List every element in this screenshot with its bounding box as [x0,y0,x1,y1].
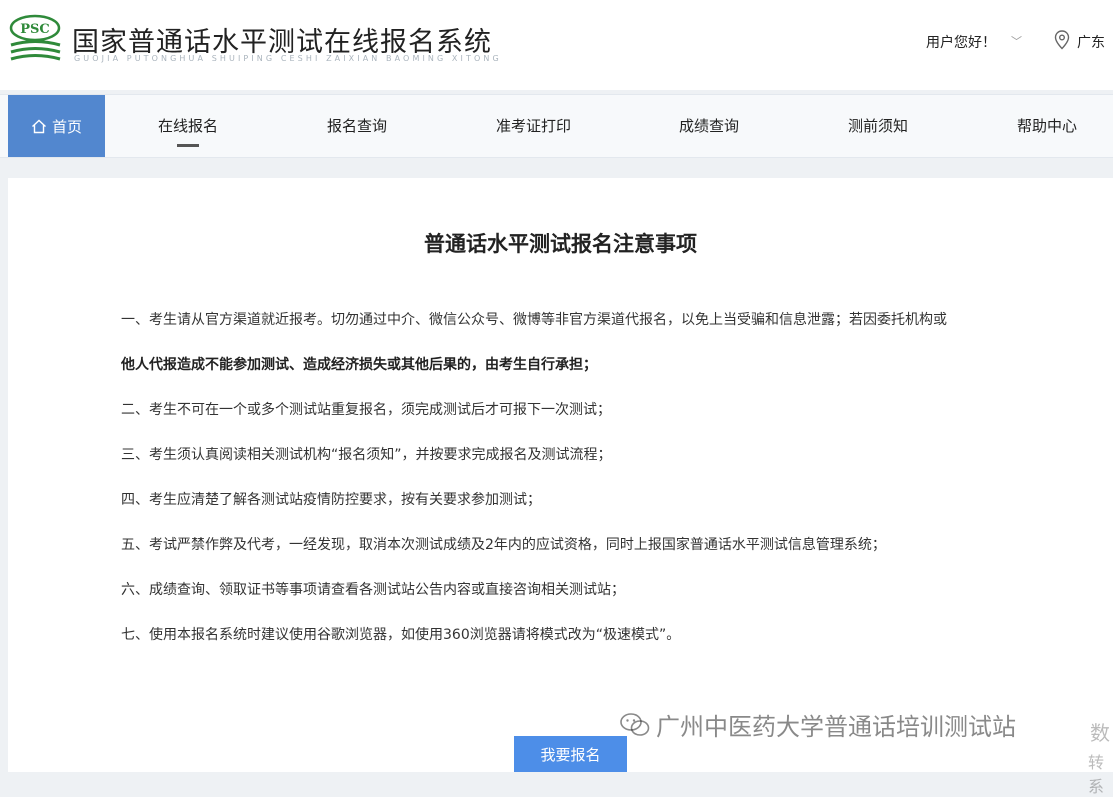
watermark-side-text-2: 转系 [1088,753,1105,796]
notice-card: 普通话水平测试报名注意事项 一、考生请从官方渠道就近报考。切勿通过中介、微信公众… [8,178,1113,772]
nav-home[interactable]: 首页 [8,95,105,157]
nav-pretest-notice[interactable]: 测前须知 [848,95,908,157]
nav-registration-query[interactable]: 报名查询 [327,95,387,157]
header: PSC 国家普通话水平测试在线报名系统 GUOJIA PUTONGHUA SHU… [0,0,1113,90]
watermark: 广州中医药大学普通话培训测试站 [620,707,1016,742]
nav-score-query[interactable]: 成绩查询 [679,95,739,157]
notice-rule-5: 五、考试严禁作弊及代考，一经发现，取消本次测试成绩及2年内的应试资格，同时上报国… [121,537,886,553]
notice-rule-7: 七、使用本报名系统时建议使用谷歌浏览器，如使用360浏览器请将模式改为“极速模式… [121,627,681,643]
location-pin-icon [1054,30,1070,50]
notice-rule-4: 四、考生应清楚了解各测试站疫情防控要求，按有关要求参加测试； [121,492,541,508]
site-subtitle: GUOJIA PUTONGHUA SHUIPING CESHI ZAIXIAN … [74,54,502,63]
main-nav: 首页 在线报名 报名查询 准考证打印 成绩查询 测前须知 帮助中心 [0,94,1113,158]
home-icon [32,119,46,133]
watermark-text: 广州中医药大学普通话培训测试站 [656,713,1016,741]
region-selector[interactable]: 广东 [1077,32,1105,52]
svg-text:PSC: PSC [20,22,50,37]
notice-title: 普通话水平测试报名注意事项 [424,232,697,256]
psc-logo: PSC [9,14,61,61]
nav-online-registration[interactable]: 在线报名 [158,95,218,157]
nav-help-center[interactable]: 帮助中心 [1017,95,1077,157]
chevron-down-icon[interactable]: ﹀ [1011,33,1022,49]
nav-home-label: 首页 [51,117,82,136]
notice-rule-2: 二、考生不可在一个或多个测试站重复报名，须完成测试后才可报下一次测试； [121,402,611,418]
watermark-side-text: 数 [1090,721,1110,745]
user-menu[interactable]: 用户您好！ [926,32,996,52]
wechat-icon [620,712,650,736]
notice-rule-1-cont: 他人代报造成不能参加测试、造成经济损失或其他后果的，由考生自行承担； [121,357,597,373]
register-button[interactable]: 我要报名 [514,736,627,772]
notice-rule-6: 六、成绩查询、领取证书等事项请查看各测试站公告内容或直接咨询相关测试站； [121,582,625,598]
notice-rule-3: 三、考生须认真阅读相关测试机构“报名须知”，并按要求完成报名及测试流程； [121,447,612,463]
nav-admission-ticket-print[interactable]: 准考证打印 [496,95,571,157]
notice-rule-1: 一、考生请从官方渠道就近报考。切勿通过中介、微信公众号、微博等非官方渠道代报名，… [121,312,947,328]
